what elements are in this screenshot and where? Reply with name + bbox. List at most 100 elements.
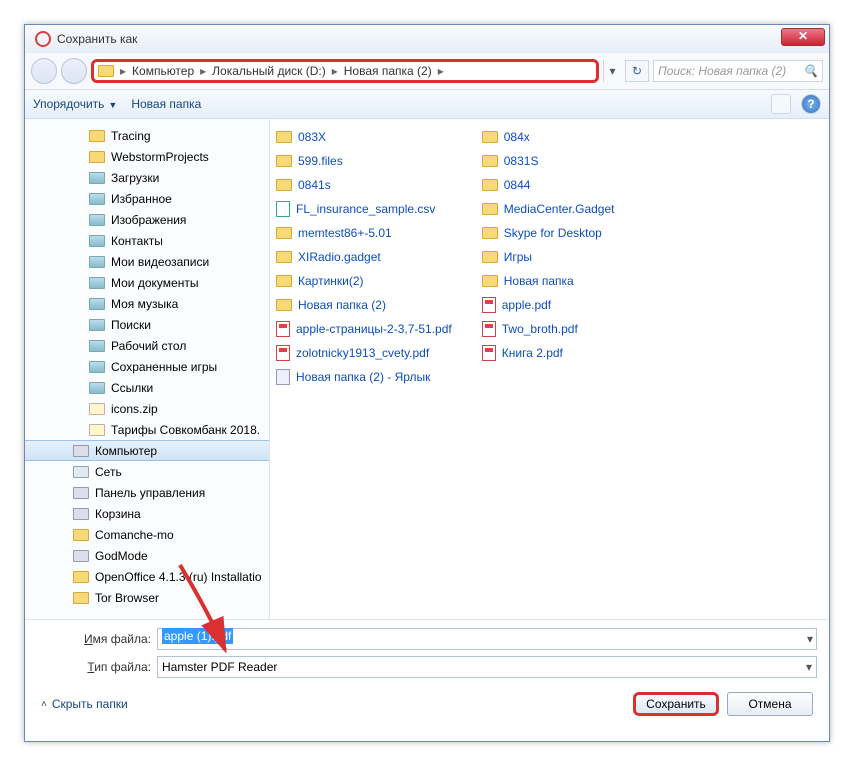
folder-icon: [89, 403, 105, 415]
tree-item[interactable]: Мои документы: [25, 272, 269, 293]
tree-item[interactable]: Сохраненные игры: [25, 356, 269, 377]
file-item[interactable]: memtest86+-5.01: [276, 223, 452, 243]
refresh-button[interactable]: ↻: [625, 60, 649, 82]
file-item[interactable]: apple.pdf: [482, 295, 615, 315]
filetype-combo[interactable]: Hamster PDF Reader ▾: [157, 656, 817, 678]
nav-bar: ▸ Компьютер ▸ Локальный диск (D:) ▸ Нова…: [25, 53, 829, 89]
tree-item[interactable]: WebstormProjects: [25, 146, 269, 167]
toolbar: Упорядочить▼ Новая папка ?: [25, 89, 829, 119]
tree-item-label: Загрузки: [111, 171, 159, 185]
tree-item[interactable]: Мои видеозаписи: [25, 251, 269, 272]
tree-item[interactable]: Тарифы Совкомбанк 2018.: [25, 419, 269, 440]
folder-icon: [89, 319, 105, 331]
tree-item[interactable]: Изображения: [25, 209, 269, 230]
chevron-right-icon: ▸: [118, 64, 128, 78]
file-label: Новая папка: [504, 274, 574, 288]
file-label: Новая папка (2) - Ярлык: [296, 370, 430, 384]
file-item[interactable]: Two_broth.pdf: [482, 319, 615, 339]
file-item[interactable]: zolotnicky1913_cvety.pdf: [276, 343, 452, 363]
folder-icon: [482, 179, 498, 191]
folder-icon: [89, 382, 105, 394]
folder-icon: [89, 277, 105, 289]
pdf-icon: [482, 345, 496, 361]
folder-icon: [482, 131, 498, 143]
file-item[interactable]: 084x: [482, 127, 615, 147]
file-item[interactable]: Skype for Desktop: [482, 223, 615, 243]
file-label: zolotnicky1913_cvety.pdf: [296, 346, 429, 360]
forward-button[interactable]: [61, 58, 87, 84]
tree-item[interactable]: Tracing: [25, 125, 269, 146]
file-item[interactable]: 083X: [276, 127, 452, 147]
folder-tree[interactable]: TracingWebstormProjects Загрузки Избранное…: [25, 119, 270, 619]
csv-icon: [276, 201, 290, 217]
organize-menu[interactable]: Упорядочить▼: [33, 97, 117, 111]
file-label: apple-страницы-2-3,7-51.pdf: [296, 322, 452, 336]
file-item[interactable]: 0831S: [482, 151, 615, 171]
file-item[interactable]: Новая папка (2): [276, 295, 452, 315]
save-button[interactable]: Сохранить: [633, 692, 719, 716]
chevron-right-icon: ▸: [198, 64, 208, 78]
tree-item[interactable]: icons.zip: [25, 398, 269, 419]
tree-item[interactable]: Компьютер: [25, 440, 269, 461]
tree-item[interactable]: Избранное: [25, 188, 269, 209]
file-label: Картинки(2): [298, 274, 364, 288]
folder-icon: [89, 193, 105, 205]
file-item[interactable]: Картинки(2): [276, 271, 452, 291]
file-item[interactable]: 599.files: [276, 151, 452, 171]
file-list[interactable]: 083X 599.files 0841s FL_insurance_sample.cs…: [270, 119, 829, 619]
tree-item[interactable]: Tor Browser: [25, 587, 269, 608]
tree-item[interactable]: Поиски: [25, 314, 269, 335]
file-item[interactable]: MediaCenter.Gadget: [482, 199, 615, 219]
window-title: Сохранить как: [57, 32, 137, 46]
breadcrumb-item[interactable]: Новая папка (2): [340, 64, 436, 78]
back-button[interactable]: [31, 58, 57, 84]
tree-item[interactable]: OpenOffice 4.1.3 (ru) Installatio: [25, 566, 269, 587]
tree-item[interactable]: Панель управления: [25, 482, 269, 503]
folder-icon: [89, 151, 105, 163]
tree-item[interactable]: Контакты: [25, 230, 269, 251]
tree-item[interactable]: Сеть: [25, 461, 269, 482]
new-folder-button[interactable]: Новая папка: [131, 97, 201, 111]
help-button[interactable]: ?: [801, 94, 821, 114]
titlebar: Сохранить как ✕: [25, 25, 829, 53]
file-label: Книга 2.pdf: [502, 346, 563, 360]
pdf-icon: [482, 297, 496, 313]
filename-input[interactable]: apple (1).pdf: [157, 628, 817, 650]
view-options-button[interactable]: [771, 94, 791, 114]
dialog-body: TracingWebstormProjects Загрузки Избранное…: [25, 119, 829, 619]
tree-item[interactable]: GodMode: [25, 545, 269, 566]
search-input[interactable]: Поиск: Новая папка (2) 🔍: [653, 60, 823, 82]
shortcut-icon: [276, 369, 290, 385]
tree-item[interactable]: Корзина: [25, 503, 269, 524]
folder-icon: [89, 424, 105, 436]
tree-item-label: Мои документы: [111, 276, 198, 290]
tree-item[interactable]: Загрузки: [25, 167, 269, 188]
chevron-down-icon[interactable]: ▾: [807, 632, 813, 646]
file-item[interactable]: Новая папка (2) - Ярлык: [276, 367, 452, 387]
file-item[interactable]: 0844: [482, 175, 615, 195]
breadcrumb-item[interactable]: Локальный диск (D:): [208, 64, 330, 78]
breadcrumb-item[interactable]: Компьютер: [128, 64, 198, 78]
tree-item[interactable]: Рабочий стол: [25, 335, 269, 356]
file-item[interactable]: FL_insurance_sample.csv: [276, 199, 452, 219]
folder-icon: [276, 251, 292, 263]
hide-folders-toggle[interactable]: ˄ Скрыть папки: [41, 697, 128, 711]
pdf-icon: [276, 321, 290, 337]
breadcrumb-bar[interactable]: ▸ Компьютер ▸ Локальный диск (D:) ▸ Нова…: [91, 59, 599, 83]
tree-item[interactable]: Ссылки: [25, 377, 269, 398]
file-item[interactable]: Новая папка: [482, 271, 615, 291]
history-dropdown[interactable]: ▾: [603, 60, 621, 82]
file-item[interactable]: XIRadio.gadget: [276, 247, 452, 267]
tree-item[interactable]: Моя музыка: [25, 293, 269, 314]
tree-item[interactable]: Comanche-mo: [25, 524, 269, 545]
close-button[interactable]: ✕: [781, 28, 825, 46]
tree-item-label: Поиски: [111, 318, 151, 332]
tree-item-label: Tor Browser: [95, 591, 159, 605]
file-item[interactable]: 0841s: [276, 175, 452, 195]
file-item[interactable]: Книга 2.pdf: [482, 343, 615, 363]
cancel-button[interactable]: Отмена: [727, 692, 813, 716]
file-item[interactable]: Игры: [482, 247, 615, 267]
tree-item-label: icons.zip: [111, 402, 158, 416]
folder-icon: [89, 214, 105, 226]
file-item[interactable]: apple-страницы-2-3,7-51.pdf: [276, 319, 452, 339]
